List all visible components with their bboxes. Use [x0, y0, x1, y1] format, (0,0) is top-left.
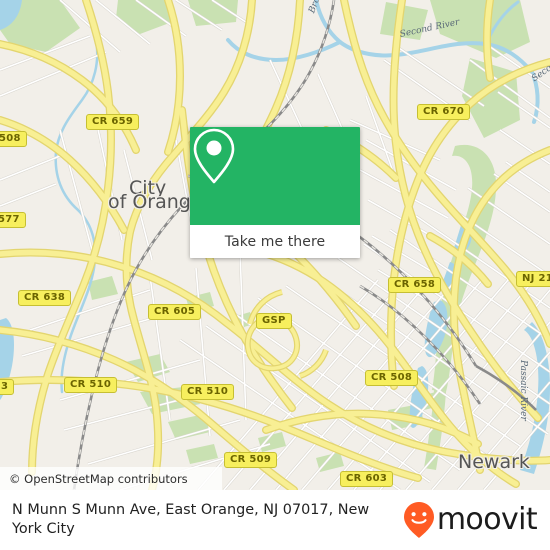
road-shield-cr-510: CR 510	[64, 377, 118, 393]
water-label: Passaic River	[518, 360, 528, 421]
road-shield-cr-603: CR 603	[340, 471, 394, 487]
attribution-text: © OpenStreetMap contributors	[9, 471, 188, 486]
road-shield-cr-509: CR 509	[224, 452, 278, 468]
footer-bar: N Munn S Munn Ave, East Orange, NJ 07017…	[0, 490, 550, 550]
map-pin-icon	[193, 128, 235, 184]
road-shield-gsp: GSP	[256, 313, 292, 329]
place-label-city-of-orange: of Orange	[108, 191, 203, 213]
road-shield-cr-510: CR 510	[181, 384, 235, 400]
road-shield-cr-605: CR 605	[148, 304, 202, 320]
map-canvas[interactable]: Second River Second Brook Passaic River …	[0, 0, 550, 490]
destination-card-header	[190, 127, 360, 225]
address-text: N Munn S Munn Ave, East Orange, NJ 07017…	[12, 502, 370, 537]
road-shield-cr-508: CR 508	[365, 370, 419, 386]
moovit-logo[interactable]: moovit	[402, 501, 550, 539]
place-label-newark: Newark	[458, 451, 530, 473]
take-me-there-label: Take me there	[224, 233, 326, 250]
road-shield-cr-638: CR 638	[18, 290, 72, 306]
road-shield-577: 577	[0, 212, 26, 228]
map-attribution[interactable]: © OpenStreetMap contributors	[0, 467, 222, 490]
moovit-pin-icon	[403, 502, 434, 538]
destination-card[interactable]: Take me there	[190, 127, 360, 258]
take-me-there-button[interactable]: Take me there	[190, 225, 360, 258]
road-shield-3: 3	[0, 379, 15, 395]
road-shield-cr-670: CR 670	[417, 104, 471, 120]
road-shield-cr-658: CR 658	[388, 277, 442, 293]
road-shield-cr-659: CR 659	[86, 114, 140, 130]
road-shield-nj-21: NJ 21	[516, 271, 550, 287]
moovit-wordmark: moovit	[436, 502, 538, 537]
map-screenshot: Second River Second Brook Passaic River …	[0, 0, 550, 550]
road-shield-508: 508	[0, 131, 27, 147]
